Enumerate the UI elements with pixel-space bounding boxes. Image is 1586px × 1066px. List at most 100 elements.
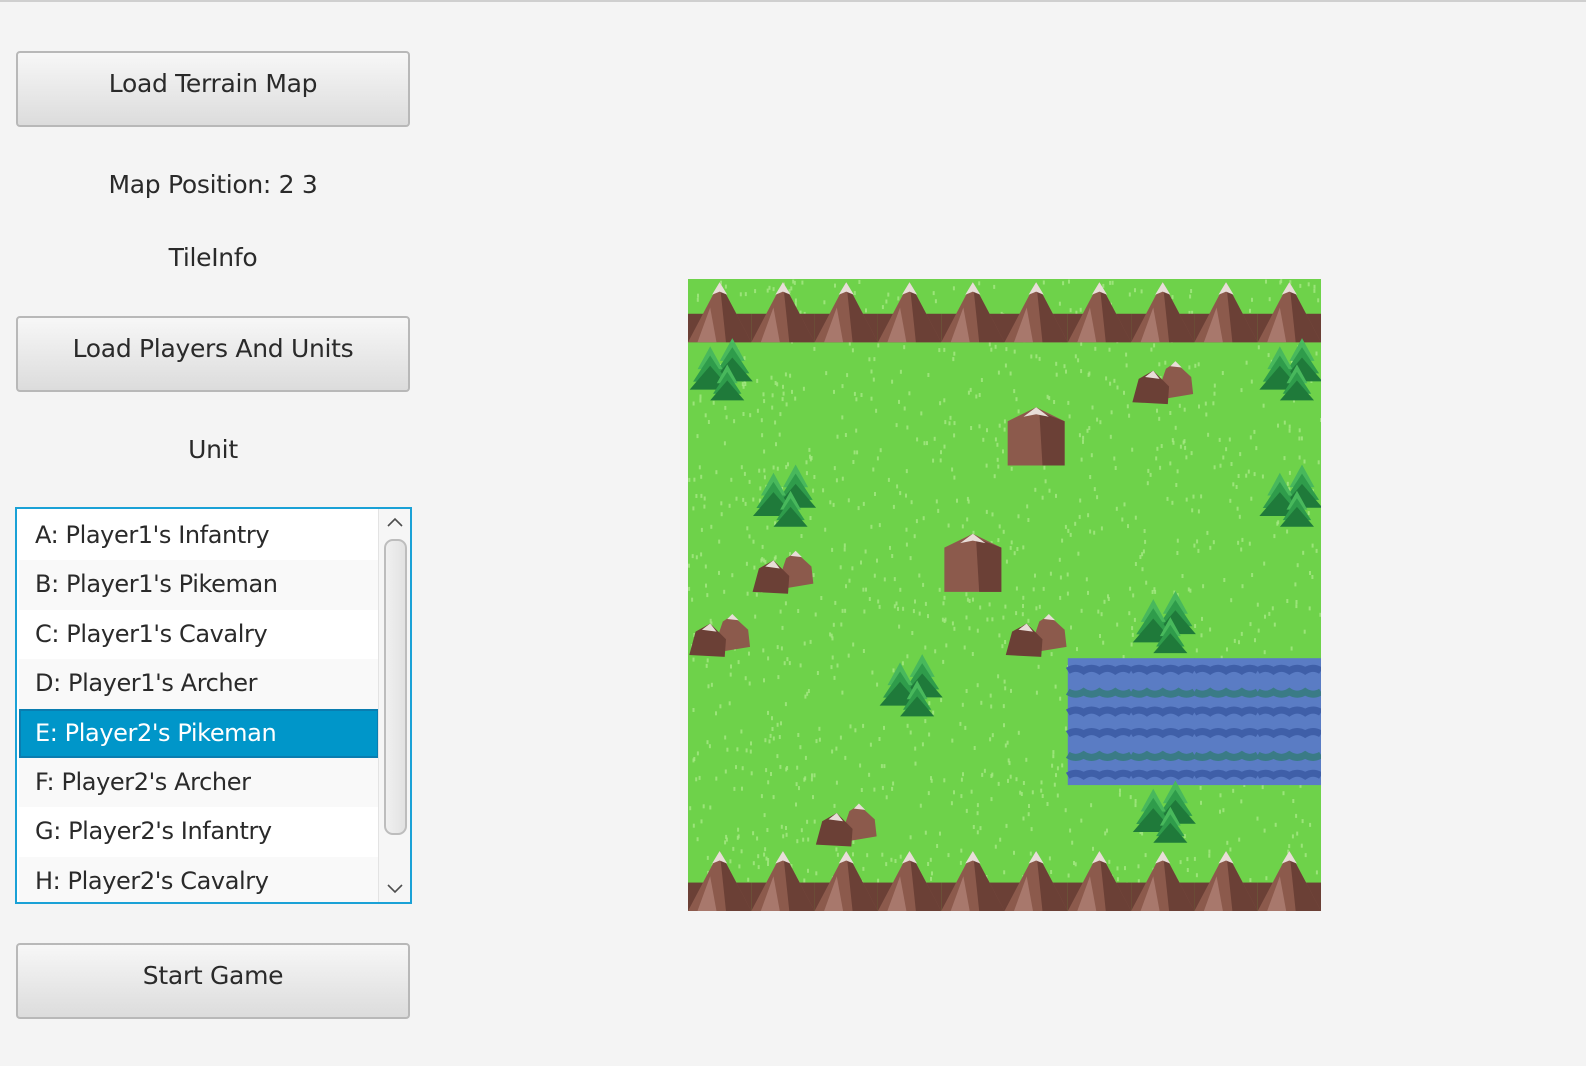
grass-tile[interactable] [1005, 342, 1068, 405]
grass-tile[interactable] [1068, 532, 1131, 595]
scroll-up-arrow-icon[interactable] [379, 509, 410, 535]
grass-tile[interactable] [1005, 721, 1068, 784]
unit-list-item-g[interactable]: G: Player2's Infantry [19, 807, 379, 857]
grass-tile[interactable] [751, 785, 814, 848]
grass-tile[interactable] [688, 658, 751, 721]
grass-tile[interactable] [941, 785, 1004, 848]
unit-list[interactable]: A: Player1's Infantry B: Player1's Pikem… [15, 507, 412, 904]
load-terrain-map-button[interactable]: Load Terrain Map [16, 51, 410, 127]
water-tile[interactable] [1192, 658, 1260, 722]
unit-list-scrollbar[interactable] [378, 509, 410, 902]
unit-list-item-d[interactable]: D: Player1's Archer [19, 659, 379, 709]
trees-tile[interactable] [1258, 464, 1321, 532]
rocks-tile[interactable] [688, 595, 751, 658]
grass-tile[interactable] [751, 658, 814, 721]
scroll-thumb[interactable] [384, 539, 407, 835]
grass-tile[interactable] [941, 721, 1004, 784]
water-tile[interactable] [1065, 721, 1133, 786]
grass-tile[interactable] [815, 469, 878, 532]
grass-tile[interactable] [1131, 405, 1194, 468]
mountain-tile[interactable] [1131, 279, 1195, 343]
trees-tile[interactable] [751, 464, 817, 532]
unit-list-item-f[interactable]: F: Player2's Archer [19, 757, 379, 808]
grass-tile[interactable] [1005, 658, 1068, 721]
grass-tile[interactable] [1258, 405, 1321, 468]
trees-tile[interactable] [1131, 780, 1196, 848]
unit-list-item-e[interactable]: E: Player2's Pikeman [19, 708, 379, 758]
grass-tile[interactable] [1194, 595, 1257, 658]
grass-tile[interactable] [1194, 405, 1257, 468]
grass-tile[interactable] [751, 405, 814, 468]
grass-tile[interactable] [815, 342, 878, 405]
mountain-tile[interactable] [688, 848, 752, 911]
unit-list-item-h[interactable]: H: Player2's Cavalry [19, 856, 379, 902]
grass-tile[interactable] [941, 469, 1004, 532]
grass-tile[interactable] [688, 469, 751, 532]
grass-tile[interactable] [878, 785, 941, 848]
trees-tile[interactable] [1131, 590, 1196, 658]
grass-tile[interactable] [1258, 785, 1321, 848]
grass-tile[interactable] [751, 342, 814, 405]
mountain-tile[interactable] [814, 279, 878, 343]
grass-tile[interactable] [688, 721, 751, 784]
grass-tile[interactable] [1131, 469, 1194, 532]
scroll-down-arrow-icon[interactable] [379, 876, 410, 902]
grass-tile[interactable] [941, 595, 1004, 658]
water-tile[interactable] [1255, 658, 1321, 722]
mountain-tile[interactable] [1067, 279, 1132, 343]
mountain-tile[interactable] [941, 848, 1005, 911]
trees-tile[interactable] [878, 654, 943, 721]
mountain-tile[interactable] [1067, 848, 1132, 911]
mountain-tile[interactable] [751, 848, 815, 911]
grass-tile[interactable] [1068, 785, 1131, 848]
grass-tile[interactable] [1258, 532, 1321, 595]
mountain-tile[interactable] [877, 279, 942, 343]
unit-list-item-a[interactable]: A: Player1's Infantry [19, 511, 379, 561]
trees-tile[interactable] [688, 338, 753, 405]
grass-tile[interactable] [1194, 469, 1257, 532]
trees-tile[interactable] [1258, 338, 1321, 405]
mountain-tile[interactable] [1194, 848, 1258, 911]
grass-tile[interactable] [878, 405, 941, 468]
grass-tile[interactable] [878, 595, 941, 658]
mountain-tile[interactable] [1004, 279, 1068, 343]
rocks-tile[interactable] [1005, 595, 1068, 658]
unit-list-item-c[interactable]: C: Player1's Cavalry [19, 609, 379, 660]
grass-tile[interactable] [815, 721, 878, 784]
grass-tile[interactable] [878, 342, 941, 405]
grass-tile[interactable] [815, 658, 878, 721]
start-game-button[interactable]: Start Game [16, 943, 410, 1019]
mountain-tile[interactable] [751, 279, 815, 343]
mountain-tile[interactable] [941, 279, 1005, 343]
grass-tile[interactable] [751, 595, 814, 658]
grass-tile[interactable] [1005, 532, 1068, 595]
mountain-tile[interactable] [1257, 279, 1321, 343]
grass-tile[interactable] [688, 785, 751, 848]
boulder-tile[interactable] [1005, 405, 1068, 468]
grass-tile[interactable] [1005, 785, 1068, 848]
grass-tile[interactable] [1068, 469, 1131, 532]
grass-tile[interactable] [1194, 532, 1257, 595]
mountain-tile[interactable] [1257, 848, 1321, 911]
water-tile[interactable] [1129, 658, 1197, 722]
water-tile[interactable] [1065, 658, 1133, 722]
grass-tile[interactable] [941, 658, 1004, 721]
grass-tile[interactable] [1005, 469, 1068, 532]
water-tile[interactable] [1129, 721, 1197, 786]
grass-tile[interactable] [878, 532, 941, 595]
grass-tile[interactable] [815, 405, 878, 468]
mountain-tile[interactable] [814, 848, 878, 911]
load-players-and-units-button[interactable]: Load Players And Units [16, 316, 410, 392]
grass-tile[interactable] [941, 405, 1004, 468]
mountain-tile[interactable] [877, 848, 942, 911]
water-tile[interactable] [1255, 721, 1321, 786]
grass-tile[interactable] [1194, 785, 1257, 848]
mountain-tile[interactable] [1004, 848, 1068, 911]
grass-tile[interactable] [941, 342, 1004, 405]
grass-tile[interactable] [688, 405, 751, 468]
grass-tile[interactable] [1194, 342, 1257, 405]
boulder-tile[interactable] [941, 532, 1004, 595]
grass-tile[interactable] [751, 721, 814, 784]
grass-tile[interactable] [815, 532, 878, 595]
grass-tile[interactable] [1068, 595, 1131, 658]
